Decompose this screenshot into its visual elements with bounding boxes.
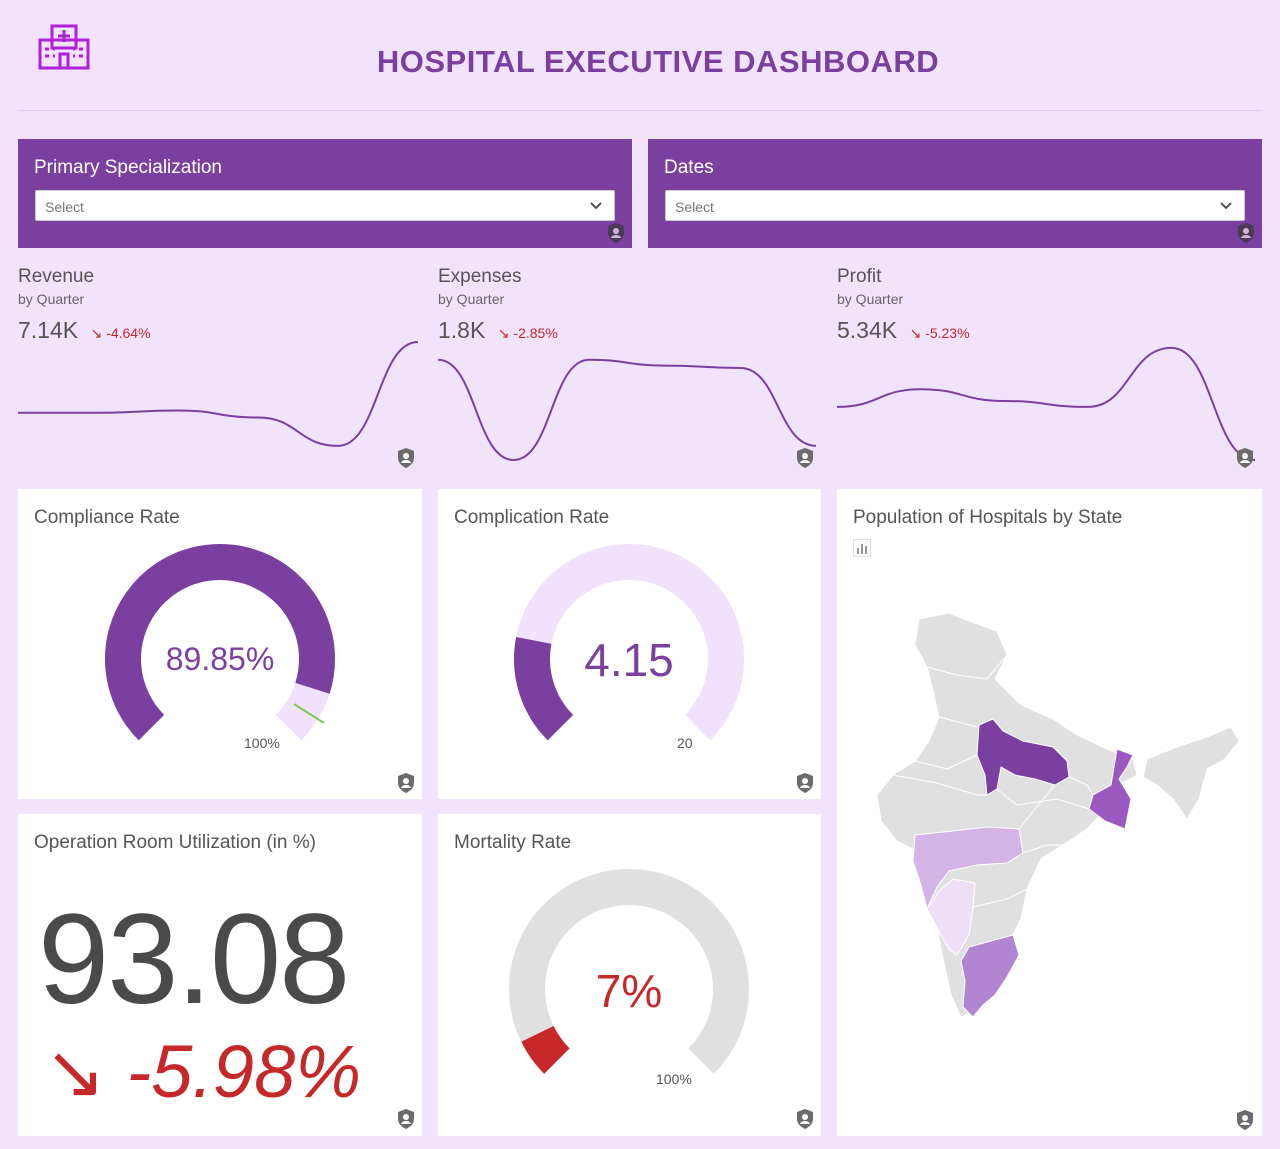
revenue-sparkline: [18, 341, 419, 447]
select-placeholder: Select: [45, 199, 84, 215]
profit-sparkline: [837, 346, 1256, 461]
filter-primary-specialization: Primary Specialization Select: [18, 139, 632, 248]
big-delta: -5.98%: [126, 1030, 362, 1113]
dashboard-title: HOSPITAL EXECUTIVE DASHBOARD: [376, 44, 940, 79]
select-placeholder: Select: [675, 199, 714, 215]
dates-select[interactable]: Select: [665, 190, 1245, 221]
kpi-title: Expenses: [438, 266, 522, 287]
shield-icon: [398, 448, 414, 468]
shield-icon: [398, 773, 414, 793]
gauge-max-label: 100%: [656, 1071, 692, 1087]
filter-label: Primary Specialization: [34, 157, 222, 178]
chevron-down-icon: [590, 202, 602, 210]
shield-icon: [608, 223, 624, 243]
filter-dates: Dates Select: [648, 139, 1262, 248]
specialization-select[interactable]: Select: [35, 190, 615, 221]
complication-rate-card: Complication Rate 4.15 20: [438, 489, 821, 799]
big-value: 93.08: [38, 888, 350, 1031]
shield-icon: [1237, 1110, 1253, 1130]
chevron-down-icon: [1220, 202, 1232, 210]
gauge-value: 89.85%: [165, 641, 275, 677]
gauge-max-label: 100%: [244, 735, 280, 751]
operation-room-card: Operation Room Utilization (in %) 93.08 …: [18, 814, 422, 1136]
down-arrow-icon: ↘: [44, 1030, 107, 1113]
header-divider: [18, 110, 1262, 111]
filter-label: Dates: [664, 157, 714, 178]
gauge-value: 4.15: [584, 634, 674, 686]
kpi-revenue: Revenue by Quarter 7.14K ↘ -4.64%: [18, 266, 422, 476]
shield-icon: [1238, 223, 1254, 243]
gauge-value: 7%: [595, 965, 663, 1017]
compliance-rate-card: Compliance Rate 89.85% 100%: [18, 489, 422, 799]
card-title: Operation Room Utilization (in %): [34, 832, 316, 853]
shield-icon: [398, 1109, 414, 1129]
sparkline-path: [18, 341, 419, 447]
map-northeast: [1142, 726, 1240, 820]
sparkline-path: [438, 358, 817, 462]
kpi-subtitle: by Quarter: [837, 291, 904, 307]
shield-icon: [1237, 448, 1253, 468]
gauge-fill: [521, 1025, 571, 1074]
shield-icon: [797, 773, 813, 793]
kpi-subtitle: by Quarter: [18, 291, 85, 307]
population-map-card: Population of Hospitals by State: [837, 489, 1262, 1136]
shield-icon: [797, 448, 813, 468]
sparkline-path: [837, 346, 1256, 461]
gauge-max-label: 20: [677, 735, 693, 751]
kpi-title: Profit: [837, 266, 882, 287]
kpi-expenses: Expenses by Quarter 1.8K ↘ -2.85%: [438, 266, 820, 476]
mortality-rate-card: Mortality Rate 7% 100%: [438, 814, 821, 1136]
shield-icon: [797, 1109, 813, 1129]
kpi-profit: Profit by Quarter 5.34K ↘ -5.23%: [837, 266, 1262, 476]
kpi-title: Revenue: [18, 266, 95, 287]
expenses-sparkline: [438, 358, 817, 462]
india-map[interactable]: [857, 609, 1247, 1029]
kpi-subtitle: by Quarter: [438, 291, 505, 307]
card-title: Population of Hospitals by State: [853, 507, 1123, 528]
map-state-tamil-nadu: [960, 934, 1020, 1018]
bar-chart-icon[interactable]: [853, 539, 871, 557]
